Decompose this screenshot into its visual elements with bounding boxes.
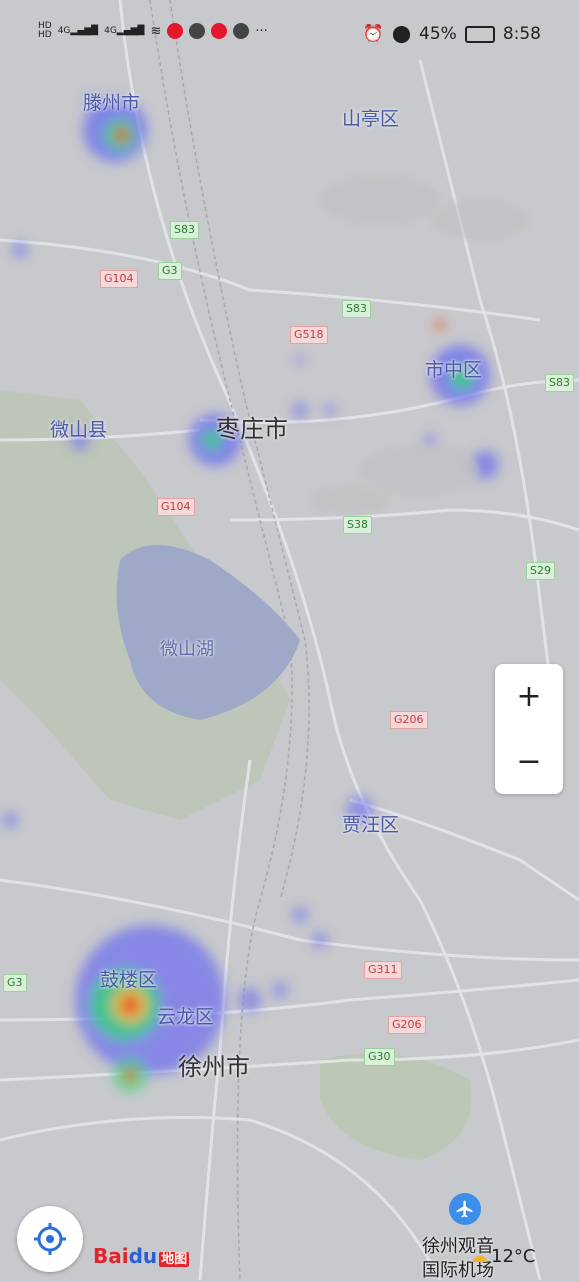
place-label-weishan-county[interactable]: 微山县 <box>50 415 107 442</box>
road-shield: G311 <box>364 961 402 979</box>
road-shield: G518 <box>290 326 328 344</box>
road-shield: S38 <box>343 516 372 534</box>
wechat-icon <box>189 23 206 39</box>
logo-text-red: Bai <box>93 1244 129 1268</box>
weibo-icon <box>167 23 184 39</box>
road-shield: G104 <box>157 498 195 516</box>
wifi-icon: ≋ <box>150 23 162 39</box>
signal-icon: 4G▂▄▆█ <box>57 26 99 36</box>
weather-widget[interactable]: ☁ 12°C <box>470 1246 535 1267</box>
place-label-jiawang[interactable]: 贾汪区 <box>342 810 399 837</box>
place-label-xuzhou[interactable]: 徐州市 <box>178 1047 250 1082</box>
battery-icon <box>464 25 495 43</box>
road-shield: S29 <box>526 562 555 580</box>
zoom-out-button[interactable]: − <box>495 729 563 794</box>
status-left: HD HD 4G▂▄▆█ 4G▂▄▆█ ≋ ··· <box>38 22 268 40</box>
place-label-gulou[interactable]: 鼓楼区 <box>100 965 157 992</box>
road-shield: G3 <box>3 974 27 992</box>
logo-text-blue: du <box>128 1244 158 1268</box>
road-shield: S83 <box>170 221 199 239</box>
partly-cloudy-icon: ☁ <box>470 1246 488 1267</box>
baidu-map-logo: Baidu 地图 <box>93 1244 190 1268</box>
place-label-yunlong[interactable]: 云龙区 <box>157 1002 214 1029</box>
road-shield: S83 <box>545 374 574 392</box>
road-shield: G104 <box>100 270 138 288</box>
locate-button[interactable] <box>17 1206 83 1272</box>
hd-icon: HD HD <box>38 21 52 40</box>
clock-time: 8:58 <box>502 24 541 44</box>
place-label-shanting[interactable]: 山亭区 <box>342 104 399 131</box>
place-label-tengzhou[interactable]: 滕州市 <box>83 88 140 115</box>
road-shield: S83 <box>342 300 371 318</box>
alarm-icon: ⏰ <box>362 24 384 44</box>
weibo-icon <box>211 23 228 39</box>
temperature: 12°C <box>491 1246 536 1267</box>
road-shield: G30 <box>364 1048 395 1066</box>
place-label-weishan-lake[interactable]: 微山湖 <box>160 635 214 661</box>
logo-suffix: 地图 <box>159 1252 190 1267</box>
road-shield: G206 <box>388 1016 426 1034</box>
road-shield: G3 <box>158 262 182 280</box>
status-right: ⏰ ⬤ 45% 8:58 <box>363 24 541 44</box>
zoom-control: + − <box>495 664 563 794</box>
place-label-shizhong[interactable]: 市中区 <box>425 355 482 382</box>
zoom-in-button[interactable]: + <box>495 664 563 729</box>
road-shield: G206 <box>390 711 428 729</box>
status-bar: HD HD 4G▂▄▆█ 4G▂▄▆█ ≋ ··· ⏰ ⬤ 45% 8:58 <box>0 0 579 70</box>
browser-icon <box>233 23 250 39</box>
location-pin-icon: ⬤ <box>391 24 412 44</box>
place-label-zaozhuang[interactable]: 枣庄市 <box>216 409 288 444</box>
signal-icon: 4G▂▄▆█ <box>104 26 145 36</box>
airport-marker[interactable] <box>449 1193 481 1225</box>
crosshair-icon <box>34 1223 66 1255</box>
more-icon: ··· <box>255 23 268 39</box>
map-canvas[interactable] <box>0 0 579 1280</box>
battery-percent: 45% <box>419 24 457 44</box>
airplane-icon <box>456 1200 473 1218</box>
